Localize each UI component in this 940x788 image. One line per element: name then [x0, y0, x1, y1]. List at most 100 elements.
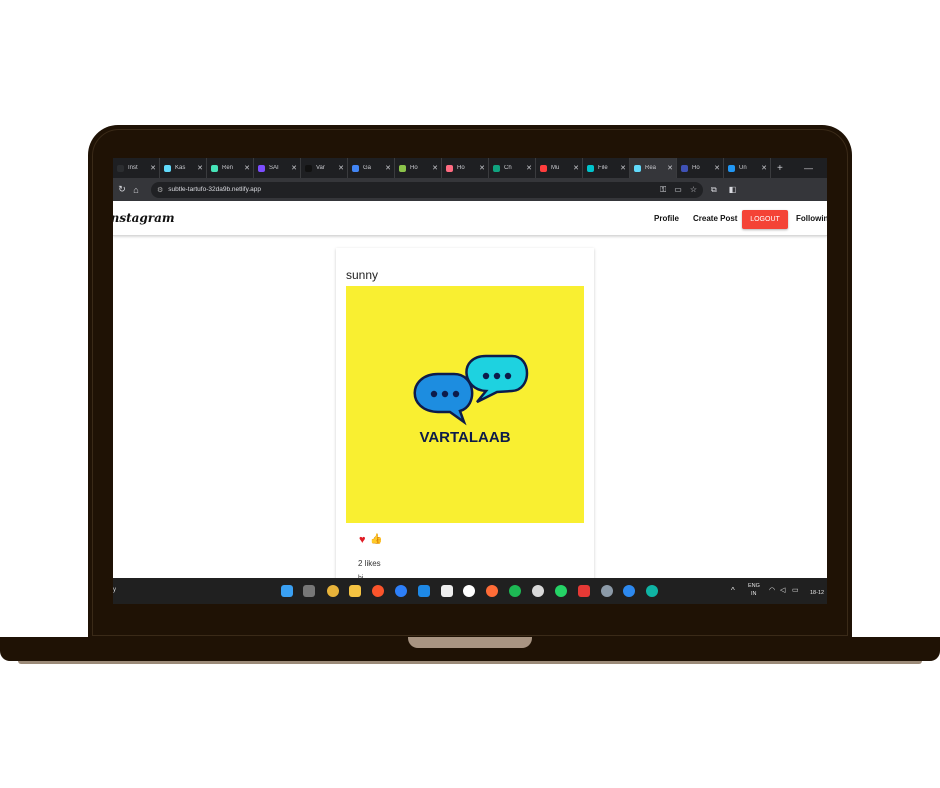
- brave-icon[interactable]: [372, 585, 384, 597]
- cast-icon[interactable]: ▭: [674, 185, 682, 195]
- bookmark-star-icon[interactable]: ☆: [690, 185, 697, 195]
- tab-label: Mu: [551, 165, 560, 171]
- anydesk-icon[interactable]: [578, 585, 590, 597]
- minimize-icon[interactable]: —: [804, 163, 813, 173]
- logout-button[interactable]: LOGOUT: [742, 210, 788, 229]
- tray-chevron-icon[interactable]: ^: [731, 586, 735, 595]
- tab-label: File: [598, 165, 608, 171]
- start-menu-icon[interactable]: [281, 585, 293, 597]
- zoom-icon[interactable]: [395, 585, 407, 597]
- browser-tab[interactable]: Var ✕: [301, 158, 348, 178]
- browser-toolbar: ↻ ⌂ ⚙ subtle-tartufo-32da9b.netlify.app …: [113, 178, 827, 201]
- tab-label: Ren: [222, 165, 234, 171]
- windows-taskbar: y ^ ENG IN ◠ ◁ ▭ 18-12: [113, 578, 827, 604]
- tab-close-icon[interactable]: ✕: [338, 164, 344, 172]
- language-line1[interactable]: ENG: [748, 583, 760, 589]
- browser-tab[interactable]: Mu ✕: [536, 158, 583, 178]
- battery-icon[interactable]: ▭: [792, 586, 799, 594]
- chrome-icon[interactable]: [327, 585, 339, 597]
- tab-favicon-icon: [117, 164, 124, 172]
- post-card: sunny VARTALAAB ♥ 👍 2 likes hi: [336, 248, 594, 588]
- tab-label: Rea: [645, 165, 657, 171]
- home-icon[interactable]: ⌂: [129, 185, 143, 195]
- tab-favicon-icon: [728, 164, 735, 172]
- nav-create-post-link[interactable]: Create Post: [693, 214, 737, 223]
- brand-logo[interactable]: Instagram: [113, 211, 175, 225]
- extensions-icon[interactable]: ⧉: [711, 185, 717, 195]
- tab-close-icon[interactable]: ✕: [573, 164, 579, 172]
- whatsapp-icon[interactable]: [555, 585, 567, 597]
- thumb-up-icon[interactable]: 👍: [370, 534, 382, 545]
- tab-favicon-icon: [399, 164, 406, 172]
- tab-label: Ho: [457, 165, 465, 171]
- browser-tab[interactable]: Ren ✕: [207, 158, 254, 178]
- task-view-icon[interactable]: [303, 585, 315, 597]
- side-panel-icon[interactable]: ◧: [729, 185, 737, 194]
- browser-tab[interactable]: Rea ✕: [630, 158, 677, 178]
- browser-tab[interactable]: Ga ✕: [348, 158, 395, 178]
- screen: Inst ✕ Kas ✕ Ren ✕ SAI ✕ Var ✕ Ga ✕ Ho ✕ Ho ✕ Ch ✕ Mu ✕ File…: [113, 158, 827, 604]
- browser-tab[interactable]: SAI ✕: [254, 158, 301, 178]
- tab-favicon-icon: [540, 164, 547, 172]
- tab-favicon-icon: [493, 164, 500, 172]
- site-settings-icon[interactable]: ⚙: [157, 186, 163, 194]
- browser-tab-bar: Inst ✕ Kas ✕ Ren ✕ SAI ✕ Var ✕ Ga ✕ Ho ✕ Ho ✕ Ch ✕ Mu ✕ File…: [113, 158, 827, 178]
- browser-tab[interactable]: Ch ✕: [489, 158, 536, 178]
- tab-close-icon[interactable]: ✕: [291, 164, 297, 172]
- tab-close-icon[interactable]: ✕: [761, 164, 767, 172]
- tab-close-icon[interactable]: ✕: [150, 164, 156, 172]
- tab-close-icon[interactable]: ✕: [385, 164, 391, 172]
- browser-tab[interactable]: Ho ✕: [442, 158, 489, 178]
- clock[interactable]: 18-12: [810, 590, 824, 596]
- tab-favicon-icon: [305, 164, 312, 172]
- mongodb-icon[interactable]: [463, 585, 475, 597]
- app-navbar: Instagram Profile Create Post Following: [113, 201, 827, 236]
- postman-icon[interactable]: [486, 585, 498, 597]
- heart-icon[interactable]: ♥: [359, 534, 366, 546]
- browser-tab[interactable]: Ho ✕: [677, 158, 724, 178]
- laptop-notch: [408, 637, 532, 648]
- laptop-base-lip: [18, 661, 922, 664]
- tab-favicon-icon: [258, 164, 265, 172]
- browser-tab[interactable]: File ✕: [583, 158, 630, 178]
- edge-icon[interactable]: [646, 585, 658, 597]
- file-explorer-icon[interactable]: [349, 585, 361, 597]
- tab-favicon-icon: [446, 164, 453, 172]
- vscode-icon[interactable]: [418, 585, 430, 597]
- browser-tab[interactable]: Un ✕: [724, 158, 771, 178]
- slack-icon[interactable]: [532, 585, 544, 597]
- new-tab-button[interactable]: +: [777, 163, 783, 174]
- nav-following-link[interactable]: Following: [796, 214, 827, 223]
- vartalaab-logo: VARTALAAB: [413, 354, 529, 446]
- spotify-icon[interactable]: [509, 585, 521, 597]
- tab-close-icon[interactable]: ✕: [667, 164, 673, 172]
- address-bar[interactable]: ⚙ subtle-tartufo-32da9b.netlify.app ⚿ ▭ …: [151, 181, 703, 198]
- browser-tab[interactable]: Ho ✕: [395, 158, 442, 178]
- post-username[interactable]: sunny: [346, 268, 378, 282]
- tab-favicon-icon: [634, 164, 641, 172]
- password-key-icon[interactable]: ⚿: [660, 185, 666, 195]
- wifi-icon[interactable]: ◠: [769, 586, 775, 594]
- tab-label: SAI: [269, 165, 279, 171]
- nav-profile-link[interactable]: Profile: [654, 214, 679, 223]
- settings-icon[interactable]: [601, 585, 613, 597]
- tab-close-icon[interactable]: ✕: [479, 164, 485, 172]
- tab-label: Ho: [692, 165, 700, 171]
- tab-close-icon[interactable]: ✕: [620, 164, 626, 172]
- tab-favicon-icon: [587, 164, 594, 172]
- language-line2[interactable]: IN: [751, 591, 757, 597]
- tab-close-icon[interactable]: ✕: [432, 164, 438, 172]
- app-icon[interactable]: [623, 585, 635, 597]
- tab-close-icon[interactable]: ✕: [244, 164, 250, 172]
- tab-close-icon[interactable]: ✕: [714, 164, 720, 172]
- volume-icon[interactable]: ◁: [780, 586, 785, 594]
- tab-favicon-icon: [164, 164, 171, 172]
- tab-favicon-icon: [211, 164, 218, 172]
- tab-close-icon[interactable]: ✕: [526, 164, 532, 172]
- mongodb-compass-icon[interactable]: [441, 585, 453, 597]
- reload-icon[interactable]: ↻: [115, 184, 129, 195]
- likes-count: 2 likes: [358, 559, 381, 568]
- browser-tab[interactable]: Kas ✕: [160, 158, 207, 178]
- tab-close-icon[interactable]: ✕: [197, 164, 203, 172]
- browser-tab[interactable]: Inst ✕: [113, 158, 160, 178]
